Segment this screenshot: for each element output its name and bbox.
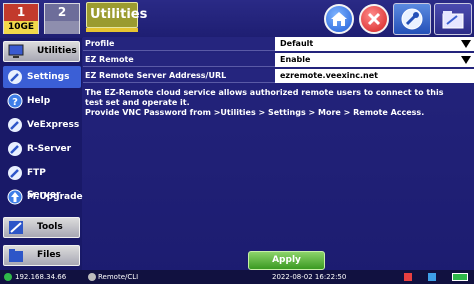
port-2-number: 2 [57, 5, 67, 19]
help-icon: ? [7, 93, 23, 109]
main-panel: Profile Default EZ Remote Enable EZ Remo… [83, 37, 474, 270]
description-text: The EZ-Remote cloud service allows autho… [85, 88, 470, 118]
sidebar-item-label: M.Upgrade [27, 192, 83, 202]
sidebar-tools-button[interactable]: Tools [3, 217, 80, 238]
sidebar-files-label: Files [37, 250, 61, 260]
apply-button[interactable]: Apply [248, 251, 325, 270]
network-status-icon [4, 273, 12, 281]
sidebar-tools-label: Tools [37, 222, 63, 232]
alarm-icon [404, 273, 412, 281]
top-bar: 1 10GE 2 Utilities [0, 0, 474, 38]
port-2-label [45, 21, 79, 34]
sidebar-utilities-label: Utilities [37, 46, 77, 56]
utilities-screen: 1 10GE 2 Utilities Utilities Settings ? … [0, 0, 474, 284]
ez-remote-row: EZ Remote Enable [83, 53, 474, 67]
sidebar-item-m-upgrade[interactable]: M.Upgrade [3, 186, 83, 208]
wrench-icon [401, 8, 423, 30]
page-title: Utilities [90, 7, 148, 22]
home-icon [331, 12, 347, 26]
profile-value: Default [280, 39, 314, 48]
sidebar-utilities-button[interactable]: Utilities [3, 41, 80, 62]
profile-label: Profile [83, 37, 275, 51]
server-address-label: EZ Remote Server Address/URL [83, 69, 275, 83]
port-1-indicator[interactable]: 1 10GE [3, 3, 39, 34]
server-address-row: EZ Remote Server Address/URL ezremote.ve… [83, 69, 474, 83]
sidebar-files-button[interactable]: Files [3, 245, 80, 266]
sidebar-item-label: Settings [27, 72, 70, 82]
status-bar: 192.168.34.66 Remote/CLI 2022-08-02 16:2… [0, 270, 474, 284]
dropdown-arrow-icon [461, 56, 471, 64]
port-1-number: 1 [16, 5, 26, 19]
quick-settings-button[interactable] [393, 3, 431, 35]
monitor-icon [8, 44, 24, 58]
veexpress-icon [8, 118, 22, 132]
title-accent-strip [86, 28, 138, 32]
remote-status: Remote/CLI [98, 273, 139, 281]
sidebar-item-veexpress[interactable]: VeExpress [3, 114, 81, 136]
profile-row: Profile Default [83, 37, 474, 51]
ez-remote-value: Enable [280, 55, 311, 64]
sidebar-item-label: R-Server [27, 144, 72, 154]
server-address-field[interactable]: ezremote.veexinc.net [278, 69, 474, 83]
ez-remote-label: EZ Remote [83, 53, 275, 67]
page-title-box: Utilities [86, 2, 148, 28]
tools-icon [9, 221, 23, 234]
description-line: test set and operate it. [85, 98, 190, 107]
port-2-indicator[interactable]: 2 [44, 3, 80, 34]
ftp-server-icon [8, 166, 22, 180]
r-server-icon [8, 142, 22, 156]
ip-address: 192.168.34.66 [15, 273, 67, 281]
sidebar-item-settings[interactable]: Settings [3, 66, 81, 88]
battery-icon [452, 273, 468, 281]
quick-files-button[interactable] [434, 3, 472, 35]
sidebar: Utilities Settings ? Help VeExpress R-Se… [0, 38, 83, 270]
svg-text:?: ? [12, 97, 18, 108]
remote-status-icon [88, 273, 96, 281]
sidebar-item-label: VeExpress [27, 120, 80, 130]
settings-icon [8, 70, 22, 84]
dropdown-arrow-icon [461, 40, 471, 48]
sidebar-item-label: Help [27, 96, 51, 106]
sidebar-item-help[interactable]: ? Help [3, 90, 81, 112]
files-icon [9, 249, 23, 262]
close-icon [367, 12, 381, 26]
usb-icon [428, 273, 436, 281]
upgrade-icon [7, 189, 23, 205]
description-line: Provide VNC Password from >Utilities > S… [85, 108, 425, 117]
ez-remote-select[interactable]: Enable [278, 53, 474, 67]
profile-select[interactable]: Default [278, 37, 474, 51]
description-line: The EZ-Remote cloud service allows autho… [85, 88, 444, 97]
file-manager-icon [442, 11, 464, 29]
date-time: 2022-08-02 16:22:50 [272, 273, 347, 281]
sidebar-item-ftp-server[interactable]: FTP Server [3, 162, 81, 200]
close-button[interactable] [359, 4, 389, 34]
home-button[interactable] [324, 4, 354, 34]
port-1-label: 10GE [4, 21, 38, 34]
sidebar-item-r-server[interactable]: R-Server [3, 138, 81, 160]
